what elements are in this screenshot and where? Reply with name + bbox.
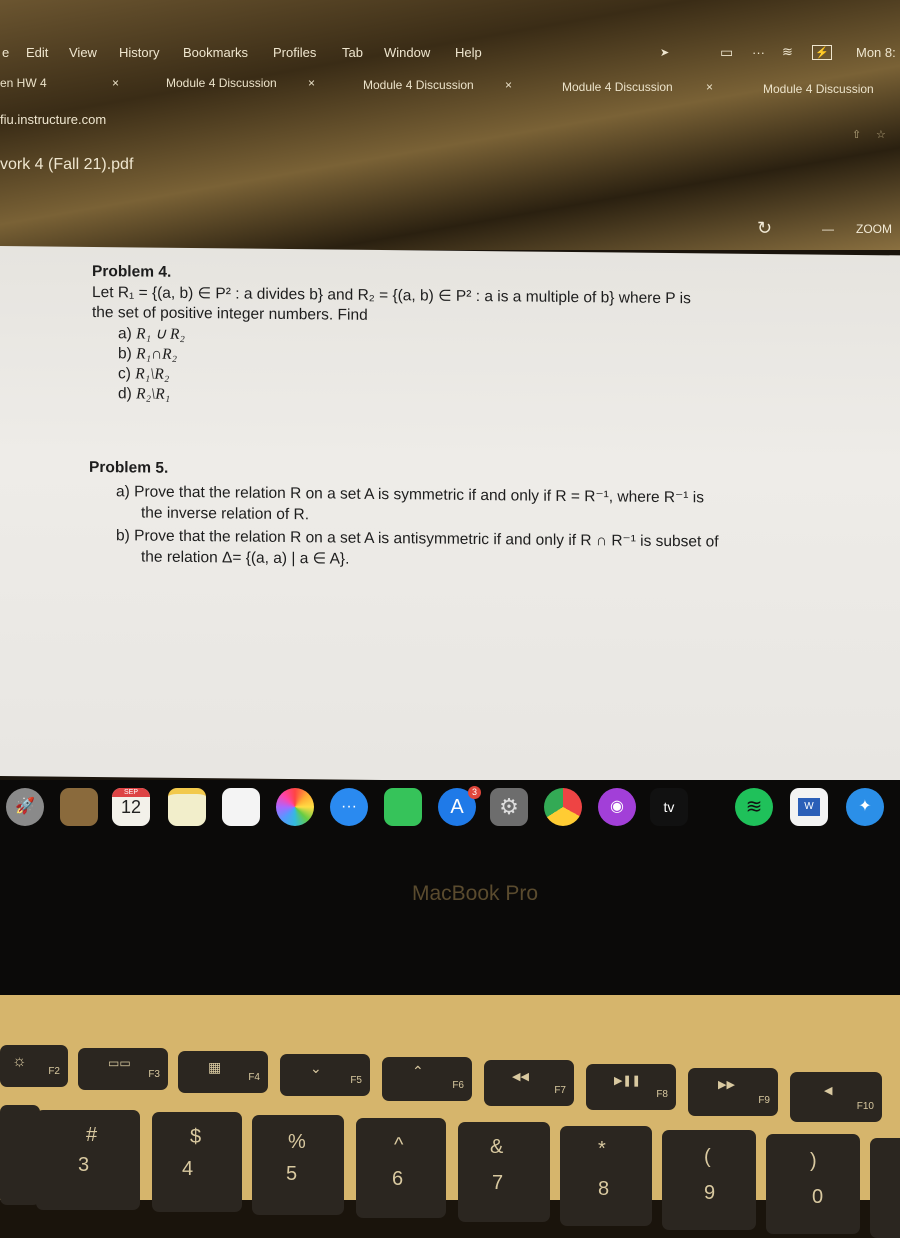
address-bar[interactable]: fiu.instructure.com xyxy=(0,112,106,127)
notes-icon[interactable] xyxy=(168,788,206,826)
safari-icon[interactable]: ✦ xyxy=(846,788,884,826)
tab-close-icon[interactable]: × xyxy=(505,78,512,92)
battery-icon[interactable]: ⚡ xyxy=(812,44,832,60)
problem4-line2: the set of positive integer numbers. Fin… xyxy=(92,303,368,324)
key-f5[interactable]: ⌄ F5 xyxy=(280,1054,370,1096)
part-expr: R₁∩R₂ xyxy=(136,345,178,363)
key-5[interactable]: % 5 xyxy=(252,1115,344,1215)
part-expr: R₁\R₂ xyxy=(135,365,170,383)
tab-close-icon[interactable]: × xyxy=(112,76,119,90)
problem4-title: Problem 4. xyxy=(92,262,172,281)
key-7[interactable]: & 7 xyxy=(458,1122,550,1222)
facetime-icon[interactable] xyxy=(384,788,422,826)
key-f3[interactable]: ▭▭ F3 xyxy=(78,1048,168,1090)
part-label: a) xyxy=(116,483,130,501)
problem5b-line2: the relation Δ= {(a, a) | a ∈ A}. xyxy=(141,548,350,568)
menu-view[interactable]: View xyxy=(69,45,97,60)
tab-3[interactable]: Module 4 Discussion xyxy=(363,78,474,92)
menu-app[interactable]: e xyxy=(2,45,9,60)
star-icon[interactable]: ☆ xyxy=(876,128,886,141)
menu-profiles[interactable]: Profiles xyxy=(273,45,316,60)
key-4[interactable]: $4 xyxy=(152,1112,242,1212)
key-minus[interactable] xyxy=(870,1138,900,1238)
launchpad-icon[interactable]: 🚀 xyxy=(6,788,44,826)
app-store-badge: 3 xyxy=(468,786,481,799)
key-f4[interactable]: ▦ F4 xyxy=(178,1051,268,1093)
key-f8[interactable]: ▶❚❚ F8 xyxy=(586,1064,676,1110)
part-label: a) xyxy=(118,325,132,343)
menu-bookmarks[interactable]: Bookmarks xyxy=(183,45,248,60)
calendar-icon[interactable]: SEP 12 xyxy=(112,788,150,826)
menu-clock[interactable]: Mon 8: xyxy=(856,45,896,60)
tab-2[interactable]: Module 4 Discussion xyxy=(166,76,277,90)
spotify-icon[interactable]: ≋ xyxy=(735,788,773,826)
podcasts-icon[interactable]: ◉ xyxy=(598,788,636,826)
system-preferences-icon[interactable]: ⚙ xyxy=(490,788,528,826)
tv-label: tv xyxy=(663,799,675,815)
key-0[interactable]: ) 0 xyxy=(766,1134,860,1234)
chrome-icon[interactable] xyxy=(544,788,582,826)
word-icon[interactable]: W xyxy=(790,788,828,826)
key-f7[interactable]: ◀◀ F7 xyxy=(484,1060,574,1106)
calendar-day: 12 xyxy=(120,797,142,817)
key-f6[interactable]: ⌃ F6 xyxy=(382,1057,472,1101)
messages-icon[interactable]: ··· xyxy=(330,788,368,826)
menu-history[interactable]: History xyxy=(119,45,159,60)
more-icon[interactable]: ··· xyxy=(752,45,765,60)
key-3[interactable]: #3 xyxy=(36,1110,140,1210)
menu-window[interactable]: Window xyxy=(384,45,430,60)
airplay-icon[interactable]: ▭ xyxy=(720,44,733,61)
menu-tab[interactable]: Tab xyxy=(342,45,363,60)
menu-bar: e Edit View History Bookmarks Profiles T… xyxy=(0,38,900,66)
key-f9[interactable]: ▶▶ F9 xyxy=(688,1068,778,1116)
tab-5[interactable]: Module 4 Discussion xyxy=(763,82,874,96)
menu-help[interactable]: Help xyxy=(455,45,482,60)
key-2[interactable] xyxy=(0,1105,40,1205)
folder-icon[interactable] xyxy=(60,788,98,826)
tab-4[interactable]: Module 4 Discussion xyxy=(562,80,673,94)
browser-tabs: en HW 4 × Module 4 Discussion × Module 4… xyxy=(0,76,900,100)
zoom-label[interactable]: ZOOM xyxy=(856,222,892,236)
part-label: c) xyxy=(118,365,131,383)
calendar-month: SEP xyxy=(112,788,150,797)
problem5-title: Problem 5. xyxy=(89,458,169,477)
wifi-icon[interactable]: ≋ xyxy=(782,44,793,60)
macbook-label: MacBook Pro xyxy=(412,882,539,905)
key-f2[interactable]: ☼ F2 xyxy=(0,1045,68,1087)
apple-tv-icon[interactable]: tv xyxy=(650,788,688,826)
key-6[interactable]: ^ 6 xyxy=(356,1118,446,1218)
share-icon[interactable]: ⇧ xyxy=(852,128,861,141)
key-f10[interactable]: ◀ F10 xyxy=(790,1072,882,1122)
part-expr: R₁ ∪ R₂ xyxy=(136,325,185,343)
part-expr: R₂\R₁ xyxy=(136,385,171,403)
key-9[interactable]: (9 xyxy=(662,1130,756,1230)
reminders-icon[interactable] xyxy=(222,788,260,826)
part-label: b) xyxy=(116,527,130,545)
tab-close-icon[interactable]: × xyxy=(706,80,713,94)
part-label: b) xyxy=(118,345,132,363)
part-label: d) xyxy=(118,385,132,403)
tab-1[interactable]: en HW 4 xyxy=(0,76,47,90)
pdf-page: Problem 4. Let R₁ = {(a, b) ∈ P² : a div… xyxy=(0,246,900,786)
pdf-filename: vork 4 (Fall 21).pdf xyxy=(0,156,134,173)
problem5a-line2: the inverse relation of R. xyxy=(141,504,310,524)
key-8[interactable]: * 8 xyxy=(560,1126,652,1226)
photos-icon[interactable] xyxy=(276,788,314,826)
menu-edit[interactable]: Edit xyxy=(26,45,48,60)
zoom-out-button[interactable]: — xyxy=(822,222,834,236)
tab-close-icon[interactable]: × xyxy=(308,76,315,90)
rotate-icon[interactable]: ↻ xyxy=(757,218,772,239)
location-icon: ➤ xyxy=(660,46,670,59)
